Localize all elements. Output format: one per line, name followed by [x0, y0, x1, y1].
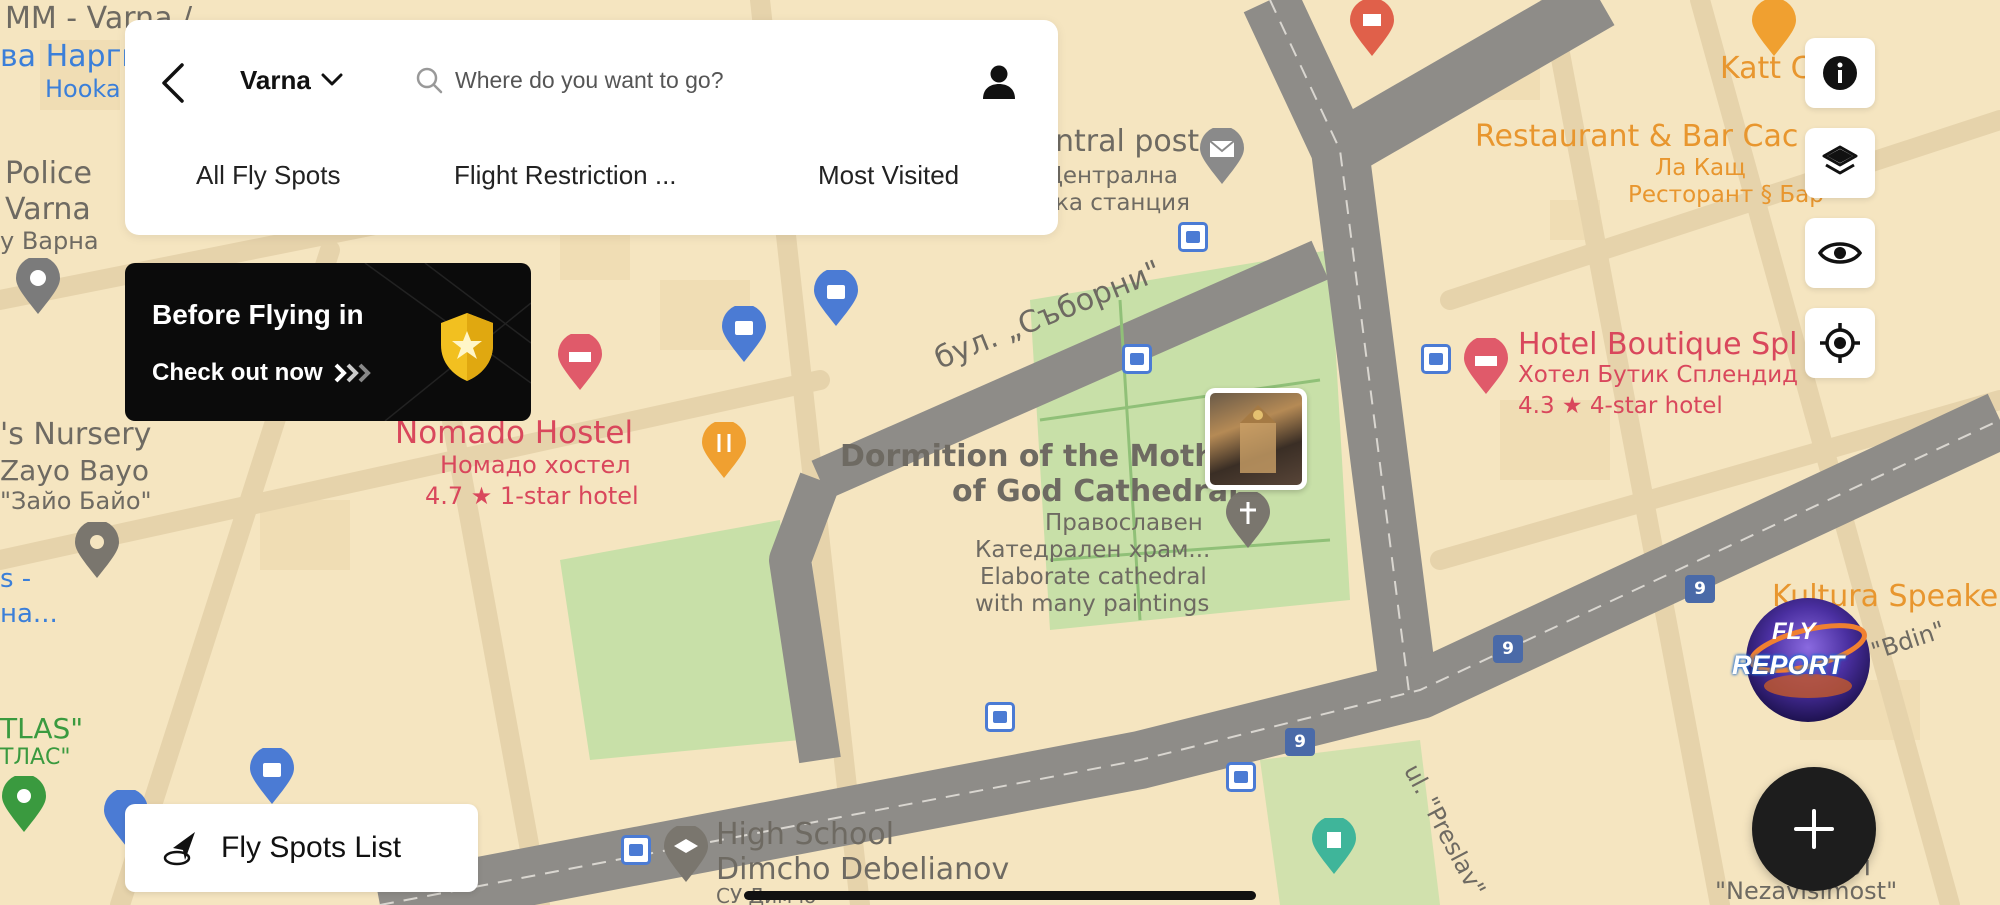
hotel-pin-icon[interactable] — [1462, 338, 1510, 396]
hotel-pin-icon[interactable] — [556, 334, 604, 392]
eye-icon — [1818, 242, 1862, 264]
fly-report-label-2: REPORT — [1732, 650, 1845, 680]
map-label-restaurant-cyr2: Ресторант § Бар — [1628, 182, 1824, 208]
map-label-va-narg: ва Нарги — [0, 39, 141, 74]
cafe-pin-icon[interactable] — [1750, 0, 1798, 58]
map-label-police-cyr: у Варна — [0, 227, 99, 255]
promo-subtitle: Check out now — [152, 359, 323, 386]
map-label-police-varna: Varna — [5, 192, 91, 227]
map-label-restaurant-cyr1: Ла Кащ — [1655, 155, 1746, 181]
map-label-cathedral-desc2: with many paintings — [975, 591, 1210, 617]
add-button[interactable] — [1752, 767, 1876, 891]
map-label-school-1: High School — [716, 817, 895, 852]
promo-title: Before Flying in — [152, 299, 364, 330]
user-profile-button[interactable] — [975, 58, 1023, 106]
layers-button[interactable] — [1805, 128, 1875, 198]
crosshair-icon — [1820, 323, 1860, 363]
map-label-cathedral-desc1: Elaborate cathedral — [980, 564, 1207, 590]
drone-icon — [163, 832, 195, 866]
tab-most-visited[interactable]: Most Visited — [818, 160, 959, 191]
map-label-nomado: Nomado Hostel — [395, 415, 634, 451]
user-icon — [983, 65, 1015, 99]
bus-stop-icon[interactable] — [621, 835, 651, 865]
route-badge: 9 — [1685, 575, 1715, 603]
map-label-restaurant: Restaurant & Bar Cac — [1475, 119, 1799, 154]
info-icon — [1823, 56, 1857, 90]
before-flying-promo-card[interactable]: Before Flying in Check out now — [125, 263, 531, 421]
bus-stop-icon[interactable] — [985, 702, 1015, 732]
filter-tabs: All Fly Spots Flight Restriction ... Mos… — [125, 160, 1058, 210]
map-label-atlas: TLAS" — [0, 712, 84, 745]
map-label-s-dash: s - — [0, 564, 32, 594]
map-label-hooka: Hooka — [45, 75, 121, 103]
map-label-cathedral-2: of God Cathedral — [952, 474, 1239, 509]
shopping-pin-icon[interactable] — [720, 306, 768, 364]
map-label-cathedral-cyr1: Православен — [1045, 510, 1203, 536]
home-indicator[interactable] — [744, 891, 1256, 900]
map-label-hotel-cyr: Хотел Бутик Сплендид — [1518, 362, 1799, 388]
search-input[interactable] — [455, 66, 915, 94]
park-pin-icon[interactable] — [0, 776, 48, 834]
city-selector[interactable]: Varna — [240, 60, 343, 100]
visibility-button[interactable] — [1805, 218, 1875, 288]
place-pin-icon[interactable] — [73, 522, 121, 580]
plus-icon — [1794, 809, 1834, 849]
map-label-atlas-cyr: ТЛАС" — [0, 745, 71, 770]
restaurant-pin-icon[interactable] — [700, 422, 748, 480]
map-label-police: Police — [5, 156, 92, 191]
top-panel: Varna All Fly Spots Flight Restriction .… — [125, 20, 1058, 235]
post-office-pin-icon[interactable] — [1198, 128, 1246, 186]
map-label-hotel: Hotel Boutique Spl nd — [1518, 327, 1846, 362]
layers-icon — [1822, 145, 1858, 175]
pharmacy-pin-icon[interactable] — [1348, 0, 1396, 58]
map-label-school-2: Dimcho Debelianov — [716, 852, 1010, 887]
police-pin-icon[interactable] — [14, 258, 62, 316]
map-label-cathedral-cyr2: Катедрален храм... — [975, 537, 1211, 563]
map-label-nursery: 's Nursery — [0, 417, 152, 452]
search-icon — [416, 67, 443, 94]
route-badge: 9 — [1493, 635, 1523, 663]
shopping-pin-icon[interactable] — [248, 748, 296, 806]
map-label-cathedral-1: Dormition of the Mother — [840, 439, 1251, 474]
search-bar[interactable] — [415, 58, 935, 102]
fly-spots-list-label: Fly Spots List — [221, 831, 402, 864]
school-pin-icon[interactable] — [662, 826, 710, 884]
map-label-hotel-rating: 4.3 ★ 4-star hotel — [1518, 393, 1723, 419]
bus-stop-icon[interactable] — [1178, 222, 1208, 252]
chevron-left-icon — [162, 63, 184, 103]
bus-stop-icon[interactable] — [1122, 344, 1152, 374]
landmark-pin-icon[interactable] — [1310, 818, 1358, 876]
triple-chevron-right-icon — [334, 363, 371, 383]
map-label-nomado-cyr: Номадо хостел — [440, 451, 631, 479]
fly-spot-thumbnail — [1210, 393, 1302, 485]
back-button[interactable] — [155, 58, 191, 108]
locate-me-button[interactable] — [1805, 308, 1875, 378]
tab-all-fly-spots[interactable]: All Fly Spots — [196, 160, 341, 191]
shield-star-icon — [441, 313, 493, 381]
shopping-pin-icon[interactable] — [812, 270, 860, 328]
bus-stop-icon[interactable] — [1421, 344, 1451, 374]
map-label-central-post-cyr1: Централна — [1045, 163, 1178, 189]
promo-cta[interactable]: Check out now — [152, 359, 379, 387]
map-label-zayo: Zayo Bayo — [0, 454, 150, 487]
tab-flight-restriction[interactable]: Flight Restriction ... — [454, 160, 677, 191]
fly-report-label-1: FLY — [1772, 618, 1816, 645]
map-label-zayo-cyr: "Зайо Байо" — [0, 487, 152, 515]
map-label-central-post-cyr2: ка станция — [1055, 190, 1190, 216]
fly-report-button[interactable]: FLY REPORT — [1730, 590, 1880, 730]
bus-stop-icon[interactable] — [1226, 762, 1256, 792]
city-name: Varna — [240, 64, 311, 95]
info-button[interactable] — [1805, 38, 1875, 108]
map-label-central-post: ntral post — [1055, 124, 1200, 159]
fly-spots-list-button[interactable]: Fly Spots List — [125, 804, 478, 892]
fly-spot-photo-marker[interactable] — [1205, 388, 1307, 490]
church-pin-icon[interactable] — [1224, 492, 1272, 550]
map-label-nomado-rating: 4.7 ★ 1-star hotel — [425, 482, 639, 510]
route-badge: 9 — [1285, 728, 1315, 756]
map-label-na: на... — [0, 599, 58, 629]
chevron-down-icon — [321, 73, 343, 86]
